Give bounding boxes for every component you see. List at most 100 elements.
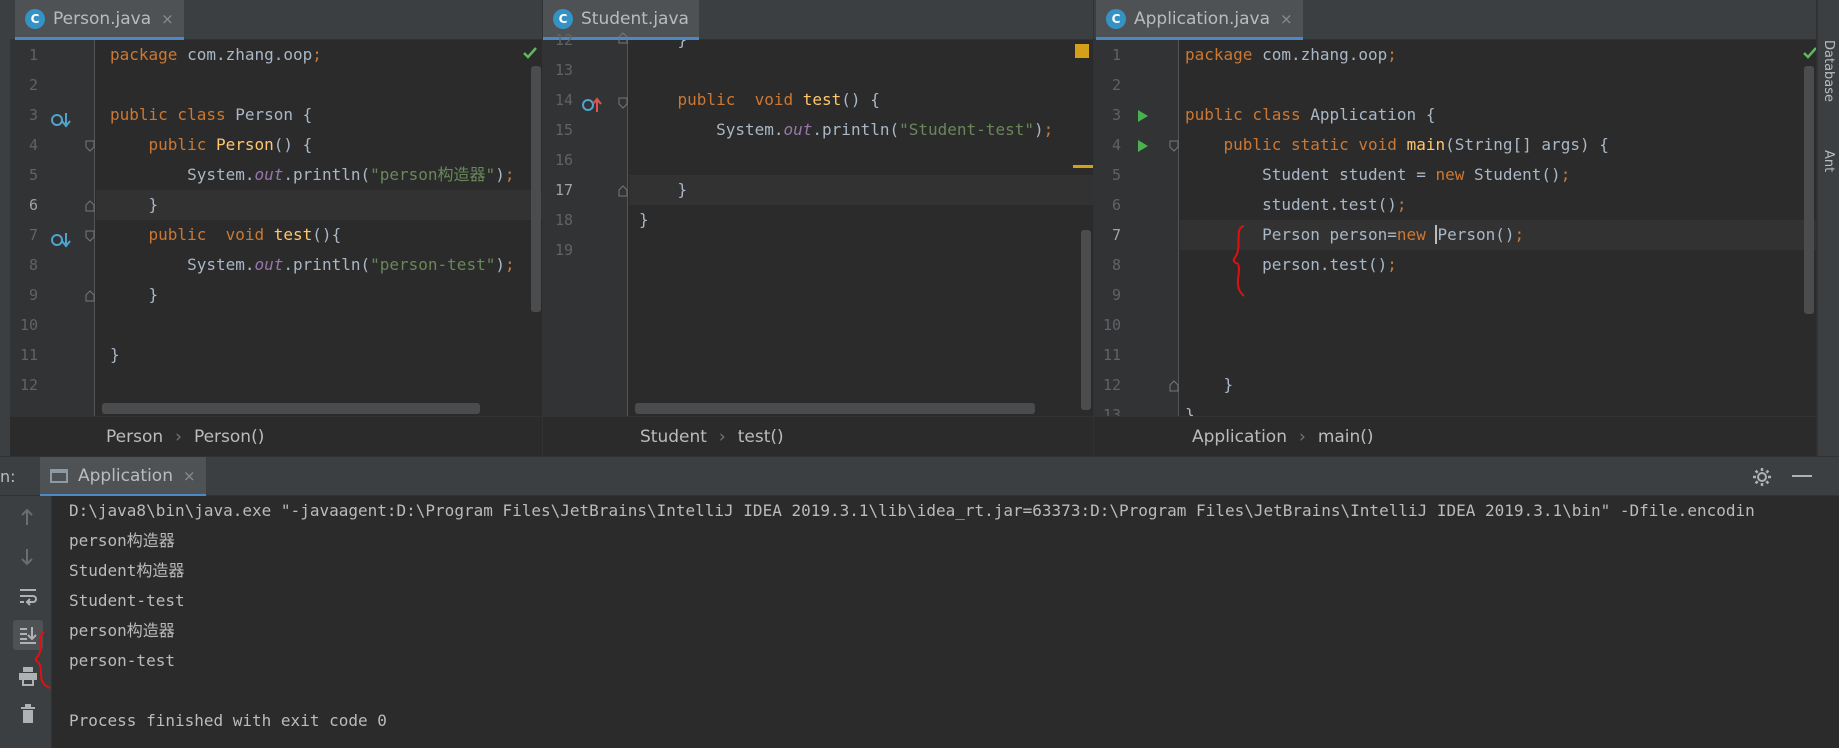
arrow-down-icon[interactable] xyxy=(20,548,34,566)
line-gutter: 1 2 3 4 5 6 7 8 9 10 11 12 13 xyxy=(1094,40,1179,424)
fold-icon[interactable] xyxy=(1169,140,1179,152)
fold-icon[interactable] xyxy=(1169,380,1179,392)
horizontal-scrollbar[interactable] xyxy=(102,403,480,414)
override-icon[interactable] xyxy=(50,110,72,130)
close-icon[interactable]: × xyxy=(161,10,174,28)
line-gutter: 1 2 3 4 5 6 7 8 9 10 11 12 xyxy=(10,40,95,416)
code-line: student.test(); xyxy=(1185,195,1407,214)
line-number: 1 xyxy=(28,46,38,64)
annotation-brace-icon xyxy=(1232,225,1245,297)
line-number: 2 xyxy=(1111,76,1121,94)
arrow-up-icon[interactable] xyxy=(20,508,34,526)
tab-application-java[interactable]: C Application.java × xyxy=(1096,0,1303,40)
line-number: 17 xyxy=(554,181,573,199)
minimize-icon[interactable] xyxy=(1792,475,1812,479)
soft-wrap-icon[interactable] xyxy=(18,586,38,606)
run-tab-title: Application xyxy=(78,465,173,486)
fold-icon[interactable] xyxy=(85,230,95,242)
close-icon[interactable]: × xyxy=(183,467,196,485)
class-icon: C xyxy=(25,8,45,29)
editor-tabbar: C Person.java × xyxy=(10,0,542,40)
line-number: 4 xyxy=(1111,136,1121,154)
gear-icon[interactable] xyxy=(1752,467,1772,487)
code-area[interactable]: package com.zhang.oop; public class Appl… xyxy=(1180,40,1816,416)
code-area[interactable]: package com.zhang.oop; public class Pers… xyxy=(96,40,542,416)
code-line: } xyxy=(110,285,159,304)
code-line: public class Application { xyxy=(1185,105,1436,124)
run-icon[interactable] xyxy=(1136,108,1150,124)
fold-icon[interactable] xyxy=(85,200,95,212)
fold-icon[interactable] xyxy=(618,185,628,197)
line-number: 11 xyxy=(19,346,38,364)
breadcrumb-item[interactable]: Person xyxy=(106,427,163,447)
annotation-brace-icon xyxy=(34,631,51,689)
fold-icon[interactable] xyxy=(618,32,628,44)
vertical-scrollbar[interactable] xyxy=(531,66,541,312)
horizontal-scrollbar[interactable] xyxy=(635,403,1035,414)
run-icon[interactable] xyxy=(1136,138,1150,154)
check-icon xyxy=(523,47,537,59)
vertical-scrollbar[interactable] xyxy=(1804,66,1814,314)
warning-stripe[interactable] xyxy=(1073,165,1093,168)
chevron-right-icon: › xyxy=(1299,426,1306,447)
line-number: 3 xyxy=(1111,106,1121,124)
line-number: 15 xyxy=(554,121,573,139)
code-line: } xyxy=(1185,375,1234,394)
fold-icon[interactable] xyxy=(618,97,628,109)
breadcrumb-item[interactable]: test() xyxy=(738,427,784,447)
breadcrumb: Person › Person() xyxy=(10,416,542,456)
line-number: 8 xyxy=(1111,256,1121,274)
line-number: 5 xyxy=(28,166,38,184)
breadcrumb-item[interactable]: Application xyxy=(1192,427,1287,447)
editor-pane-student: C Student.java 12 13 14 15 16 17 18 19 }… xyxy=(543,0,1094,456)
line-number: 12 xyxy=(1102,376,1121,394)
override-icon[interactable] xyxy=(50,230,72,250)
line-number: 11 xyxy=(1102,346,1121,364)
class-icon: C xyxy=(1106,8,1126,29)
line-number: 19 xyxy=(554,241,573,259)
console-line: Student构造器 xyxy=(69,561,185,580)
line-number: 1 xyxy=(1111,46,1121,64)
line-number: 9 xyxy=(28,286,38,304)
run-label: n: xyxy=(0,467,16,486)
code-line: } xyxy=(639,210,649,229)
database-tool-button[interactable]: Database xyxy=(1821,40,1836,102)
code-line: Student student = new Student(); xyxy=(1185,165,1571,184)
tab-title: Application.java xyxy=(1134,8,1271,29)
code-area[interactable]: } public void test() { System.out.printl… xyxy=(629,40,1093,416)
overrides-icon[interactable] xyxy=(581,95,603,115)
close-icon[interactable]: × xyxy=(1280,10,1293,28)
tab-title: Person.java xyxy=(53,8,152,29)
chevron-right-icon: › xyxy=(175,426,182,447)
tab-run-application[interactable]: Application × xyxy=(40,457,206,497)
code-line: person.test(); xyxy=(1185,255,1397,274)
editor-pane-person: C Person.java × 1 2 3 4 5 6 7 8 9 10 11 … xyxy=(10,0,543,456)
line-number: 12 xyxy=(19,376,38,394)
code-line: System.out.println("person构造器"); xyxy=(110,165,515,184)
breadcrumb-item[interactable]: Student xyxy=(640,427,707,447)
fold-icon[interactable] xyxy=(85,290,95,302)
run-toolbar xyxy=(0,496,52,748)
line-number: 7 xyxy=(28,226,38,244)
line-number: 10 xyxy=(1102,316,1121,334)
trash-icon[interactable] xyxy=(20,704,36,724)
warning-marker[interactable] xyxy=(1075,44,1089,58)
editor-pane-application: C Application.java × 1 2 3 4 5 6 7 8 9 1… xyxy=(1094,0,1817,456)
breadcrumb-item[interactable]: Person() xyxy=(194,427,264,447)
code-line: } xyxy=(110,195,159,214)
fold-icon[interactable] xyxy=(85,140,95,152)
editor-tabbar: C Application.java × xyxy=(1094,0,1816,40)
line-number: 12 xyxy=(554,31,573,49)
left-tool-strip xyxy=(0,0,10,456)
console-output[interactable]: D:\java8\bin\java.exe "-javaagent:D:\Pro… xyxy=(52,496,1839,748)
line-number: 3 xyxy=(28,106,38,124)
code-line: public static void main(String[] args) { xyxy=(1223,135,1609,154)
code-line: } xyxy=(110,345,120,364)
tab-person-java[interactable]: C Person.java × xyxy=(15,0,184,40)
line-number: 5 xyxy=(1111,166,1121,184)
ant-tool-button[interactable]: Ant xyxy=(1821,150,1836,172)
breadcrumb-item[interactable]: main() xyxy=(1318,427,1374,447)
code-line: public class Person { xyxy=(110,105,313,124)
line-number: 16 xyxy=(554,151,573,169)
vertical-scrollbar[interactable] xyxy=(1081,230,1091,410)
